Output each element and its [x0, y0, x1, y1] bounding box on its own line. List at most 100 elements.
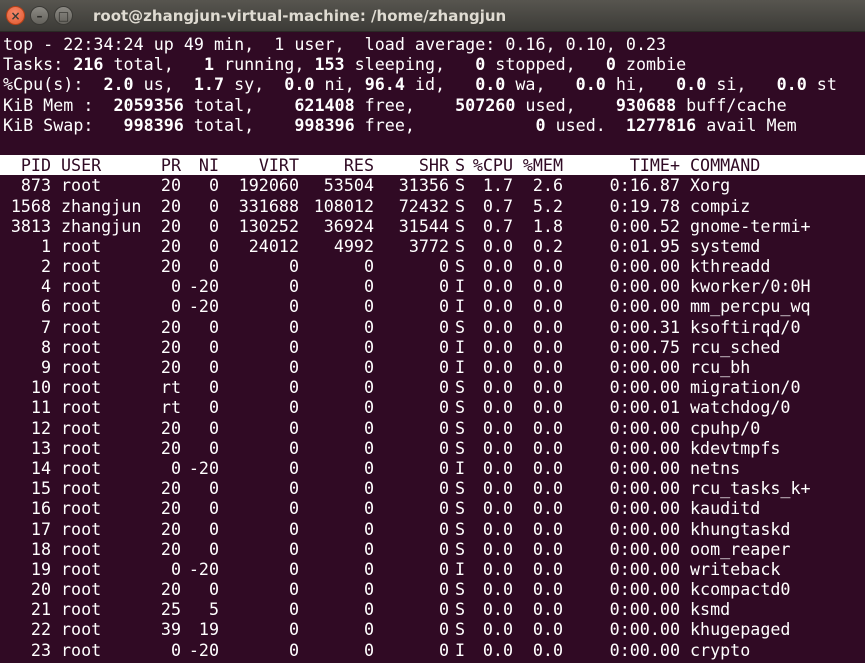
proc-state: S	[454, 619, 465, 640]
proc-cpu: 0.0	[482, 558, 513, 579]
proc-virt: 0	[288, 417, 299, 438]
proc-time: 0:19.78	[609, 195, 680, 216]
proc-cpu: 0.0	[482, 437, 513, 458]
proc-shr: 3772	[408, 235, 449, 256]
proc-nice: 0	[208, 538, 219, 559]
proc-cpu: 0.0	[482, 296, 513, 317]
process-row: 13 root 20 0 0 0 0 S 0.0 0.0 0:00.00 kdevtmpfs	[0, 438, 865, 458]
proc-state: S	[454, 579, 465, 600]
proc-virt: 0	[288, 599, 299, 620]
proc-cpu: 0.0	[482, 336, 513, 357]
col-user: USER	[61, 155, 102, 176]
proc-virt: 0	[288, 457, 299, 478]
proc-command: kcompactd0	[690, 579, 791, 600]
proc-state: S	[454, 498, 465, 519]
proc-virt: 0	[288, 558, 299, 579]
proc-time: 0:01.95	[609, 235, 680, 256]
process-row: 9 root 20 0 0 0 0 I 0.0 0.0 0:00.00 rcu_bh	[0, 357, 865, 377]
proc-time: 0:16.87	[609, 175, 680, 196]
proc-command: compiz	[690, 195, 751, 216]
proc-state: S	[454, 195, 465, 216]
proc-pid: 12	[30, 417, 51, 438]
proc-time: 0:00.00	[609, 296, 680, 317]
process-row: 8 root 20 0 0 0 0 I 0.0 0.0 0:00.75 rcu_sched	[0, 337, 865, 357]
cpu-text: id,	[404, 74, 466, 95]
col-state: S	[454, 155, 465, 176]
proc-cpu: 0.0	[482, 235, 513, 256]
proc-res: 0	[363, 256, 374, 277]
minimize-button[interactable]: –	[30, 6, 49, 25]
proc-shr: 0	[438, 417, 449, 438]
proc-shr: 0	[438, 538, 449, 559]
proc-res: 108012	[313, 195, 374, 216]
mem-text: total,	[183, 94, 285, 115]
proc-state: S	[454, 316, 465, 337]
proc-time: 0:00.00	[609, 377, 680, 398]
proc-cpu: 0.0	[482, 377, 513, 398]
proc-pid: 1568	[10, 195, 51, 216]
proc-mem: 0.0	[532, 619, 563, 640]
proc-virt: 0	[288, 538, 299, 559]
proc-virt: 24012	[248, 235, 299, 256]
swap-label: KiB Swap:	[3, 114, 114, 135]
cpu-si: 0.0	[666, 74, 707, 95]
proc-res: 0	[363, 478, 374, 499]
proc-pid: 9	[40, 357, 51, 377]
column-header-row: PID USER PR NI VIRT RES SHR S %CPU %MEM TIME+ COMMA…	[0, 155, 865, 176]
proc-res: 0	[363, 437, 374, 458]
process-row: 4 root 0 -20 0 0 0 I 0.0 0.0 0:00.00 kworker/0:0H	[0, 276, 865, 296]
proc-nice: -20	[188, 558, 219, 579]
proc-state: I	[454, 296, 465, 317]
proc-pid: 3813	[10, 215, 51, 236]
proc-priority: 0	[170, 558, 181, 579]
proc-priority: 20	[160, 417, 181, 438]
process-row: 11 root rt 0 0 0 0 S 0.0 0.0 0:00.01 watchdog/0	[0, 397, 865, 417]
proc-mem: 0.0	[532, 256, 563, 277]
proc-command: khungtaskd	[690, 518, 791, 539]
proc-mem: 1.8	[532, 215, 563, 236]
proc-time: 0:00.00	[609, 417, 680, 438]
proc-state: S	[454, 518, 465, 539]
proc-mem: 0.0	[532, 558, 563, 579]
proc-user: root	[61, 276, 102, 297]
proc-mem: 0.0	[532, 639, 563, 660]
proc-res: 0	[363, 316, 374, 337]
proc-mem: 0.0	[532, 276, 563, 297]
proc-state: S	[454, 478, 465, 499]
proc-mem: 0.0	[532, 478, 563, 499]
proc-pid: 23	[30, 639, 51, 660]
process-row: 17 root 20 0 0 0 0 S 0.0 0.0 0:00.00 khungtaskd	[0, 519, 865, 539]
proc-nice: 5	[208, 599, 219, 620]
proc-command: migration/0	[690, 377, 801, 398]
proc-time: 0:00.52	[609, 215, 680, 236]
title-bar[interactable]: × – □ root@zhangjun-virtual-machine: /ho…	[0, 0, 865, 32]
proc-time: 0:00.00	[609, 276, 680, 297]
process-row: 19 root 0 -20 0 0 0 I 0.0 0.0 0:00.00 writeback	[0, 559, 865, 579]
proc-command: kauditd	[690, 498, 761, 519]
proc-virt: 0	[288, 377, 299, 398]
proc-user: root	[61, 538, 102, 559]
proc-res: 4992	[333, 235, 374, 256]
cpu-st: 0.0	[766, 74, 807, 95]
proc-mem: 0.0	[532, 377, 563, 398]
swap-free: 998396	[284, 114, 355, 135]
proc-cpu: 0.0	[482, 256, 513, 277]
proc-cpu: 0.0	[482, 457, 513, 478]
proc-nice: -20	[188, 296, 219, 317]
proc-res: 36924	[323, 215, 374, 236]
mem-text: free,	[354, 94, 446, 115]
proc-virt: 0	[288, 639, 299, 660]
terminal-output[interactable]: top - 22:34:24 up 49 min, 1 user, load a…	[0, 32, 865, 660]
proc-pid: 4	[40, 276, 51, 297]
cpu-text: ni,	[314, 74, 365, 95]
proc-shr: 0	[438, 457, 449, 478]
maximize-button[interactable]: □	[54, 6, 73, 25]
proc-time: 0:00.00	[609, 256, 680, 277]
close-button[interactable]: ×	[6, 6, 25, 25]
proc-shr: 0	[438, 478, 449, 499]
proc-cpu: 0.0	[482, 498, 513, 519]
proc-state: S	[454, 538, 465, 559]
tasks-label: Tasks:	[3, 54, 64, 75]
proc-cpu: 0.0	[482, 639, 513, 660]
cpu-ni: 0.0	[274, 74, 315, 95]
